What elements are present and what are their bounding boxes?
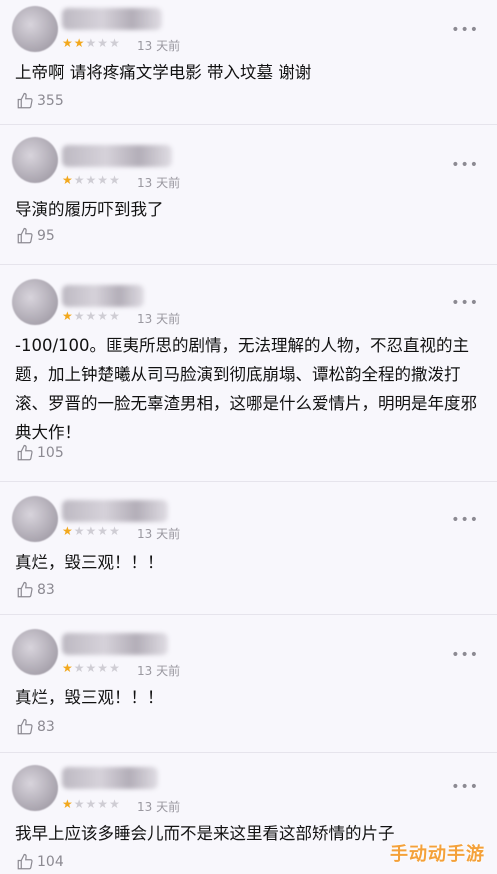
like-count: 355 [37,93,64,109]
star-empty-icon: ★ [97,661,110,675]
thumbs-up-icon [17,444,33,461]
star-empty-icon: ★ [109,524,121,538]
review-time: 13 天前 [137,664,181,678]
more-dots-icon[interactable]: ••• [451,512,479,528]
star-filled-icon: ★ [62,524,74,538]
star-empty-icon: ★ [97,797,110,811]
star-rating: ★★★★★ [62,173,121,187]
username-blurred[interactable] [62,767,158,789]
review-item: ★★★★★ 13 天前 ••• 导演的履历吓到我了 95 [0,125,497,265]
avatar[interactable] [12,496,58,542]
star-empty-icon: ★ [109,661,121,675]
star-empty-icon: ★ [85,173,98,187]
star-filled-icon: ★ [62,309,74,323]
star-empty-icon: ★ [97,36,110,50]
star-empty-icon: ★ [73,797,86,811]
like-count: 83 [37,719,55,735]
review-time: 13 天前 [137,527,181,541]
avatar[interactable] [12,765,58,811]
more-dots-icon[interactable]: ••• [451,157,479,173]
star-rating: ★★★★★ [62,524,121,538]
like-button[interactable]: 105 [16,444,64,462]
more-dots-icon[interactable]: ••• [451,779,479,795]
like-count: 83 [37,582,55,598]
avatar[interactable] [12,279,58,325]
username-blurred[interactable] [62,633,168,655]
star-empty-icon: ★ [97,524,110,538]
star-empty-icon: ★ [73,524,86,538]
like-button[interactable]: 95 [16,227,55,245]
star-filled-icon: ★ [62,661,74,675]
review-item: ★★★★★ 13 天前 ••• 真烂，毁三观！！！ 83 [0,482,497,614]
star-empty-icon: ★ [73,173,86,187]
star-filled-icon: ★ [62,173,74,187]
like-count: 95 [37,228,55,244]
avatar[interactable] [12,137,58,183]
like-button[interactable]: 355 [16,92,64,110]
star-empty-icon: ★ [73,309,86,323]
star-empty-icon: ★ [85,36,98,50]
thumbs-up-icon [17,92,33,109]
star-empty-icon: ★ [85,524,98,538]
username-blurred[interactable] [62,500,168,522]
username-blurred[interactable] [62,145,172,167]
more-dots-icon[interactable]: ••• [451,22,479,38]
review-item: ★★★★★ 13 天前 ••• -100/100。匪夷所思的剧情，无法理解的人物… [0,265,497,482]
like-button[interactable]: 104 [16,853,64,871]
review-time: 13 天前 [137,800,181,814]
username-blurred[interactable] [62,8,162,30]
star-empty-icon: ★ [109,36,121,50]
more-dots-icon[interactable]: ••• [451,647,479,663]
username-blurred[interactable] [62,285,144,307]
review-time: 13 天前 [137,39,181,53]
star-filled-icon: ★ [62,797,74,811]
star-empty-icon: ★ [109,173,121,187]
star-empty-icon: ★ [109,797,121,811]
star-filled-icon: ★ [73,36,86,50]
review-text: -100/100。匪夷所思的剧情，无法理解的人物，不忍直视的主题，加上钟楚曦从司… [15,336,477,442]
like-button[interactable]: 83 [16,718,55,736]
like-count: 104 [37,854,64,870]
more-dots-icon[interactable]: ••• [451,295,479,311]
review-text: 真烂，毁三观！！！ [15,688,164,707]
review-item: ★★★★★ 13 天前 ••• 真烂，毁三观！！！ 83 [0,615,497,753]
thumbs-up-icon [17,853,33,870]
thumbs-up-icon [17,227,33,244]
review-time: 13 天前 [137,312,181,326]
avatar[interactable] [12,6,58,52]
star-empty-icon: ★ [73,661,86,675]
review-text: 导演的履历吓到我了 [15,200,164,219]
star-empty-icon: ★ [97,173,110,187]
review-text: 真烂，毁三观！！！ [15,553,164,572]
star-empty-icon: ★ [85,797,98,811]
review-text: 上帝啊 请将疼痛文学电影 带入坟墓 谢谢 [15,63,312,82]
star-filled-icon: ★ [62,36,74,50]
thumbs-up-icon [17,581,33,598]
watermark-logo: 手动动手游 [390,844,485,865]
thumbs-up-icon [17,718,33,735]
star-rating: ★★★★★ [62,36,121,50]
star-rating: ★★★★★ [62,309,121,323]
star-rating: ★★★★★ [62,797,121,811]
review-item: ★★★★★ 13 天前 ••• 上帝啊 请将疼痛文学电影 带入坟墓 谢谢 355 [0,0,497,125]
star-empty-icon: ★ [85,661,98,675]
star-empty-icon: ★ [97,309,110,323]
like-button[interactable]: 83 [16,581,55,599]
star-rating: ★★★★★ [62,661,121,675]
star-empty-icon: ★ [109,309,121,323]
like-count: 105 [37,445,64,461]
review-feed: ★★★★★ 13 天前 ••• 上帝啊 请将疼痛文学电影 带入坟墓 谢谢 355… [0,0,497,874]
review-time: 13 天前 [137,176,181,190]
avatar[interactable] [12,629,58,675]
star-empty-icon: ★ [85,309,98,323]
